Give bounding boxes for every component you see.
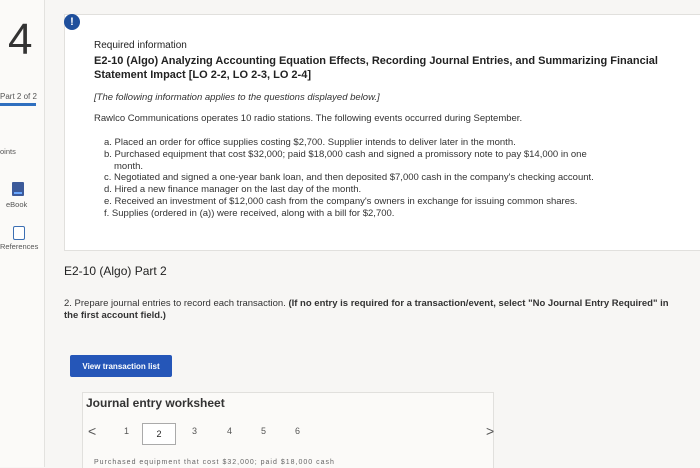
references-icon[interactable]	[13, 226, 25, 240]
page-6[interactable]: 6	[295, 426, 300, 436]
page-3[interactable]: 3	[192, 426, 197, 436]
event-a: a. Placed an order for office supplies c…	[104, 137, 516, 148]
event-f: f. Supplies (ordered in (a)) were receiv…	[104, 207, 395, 219]
page-2-active[interactable]: 2	[142, 423, 176, 445]
required-info-heading: Required information	[94, 40, 187, 51]
page-1[interactable]: 1	[124, 426, 129, 436]
transaction-description: Purchased equipment that cost $32,000; p…	[94, 459, 335, 466]
part-title: E2-10 (Algo) Part 2	[64, 264, 167, 278]
event-e: e. Received an investment of $12,000 cas…	[104, 195, 578, 207]
part-progress-bar	[0, 103, 36, 106]
references-link[interactable]: References	[0, 242, 38, 251]
event-c: c. Negotiated and signed a one-year bank…	[104, 172, 594, 184]
worksheet-pager: < 1 2 3 4 5 6 >	[86, 423, 498, 445]
part-indicator: Part 2 of 2	[0, 92, 37, 101]
info-note: [The following information applies to th…	[94, 92, 380, 103]
view-transaction-list-button[interactable]: View transaction list	[70, 355, 172, 377]
event-b: b. Purchased equipment that cost $32,000…	[104, 148, 587, 160]
event-b-continued: month.	[114, 160, 144, 172]
intro-text: Rawlco Communications operates 10 radio …	[94, 113, 523, 124]
page-5[interactable]: 5	[261, 426, 266, 436]
instruction-text: 2. Prepare journal entries to record eac…	[64, 298, 286, 309]
question-number: 4	[8, 15, 33, 64]
worksheet-title: Journal entry worksheet	[86, 396, 225, 410]
next-arrow-icon[interactable]: >	[486, 423, 494, 439]
ebook-icon[interactable]	[12, 182, 24, 196]
alert-icon: !	[64, 14, 80, 30]
left-sidebar: 4 Part 2 of 2 oints eBook References	[0, 0, 45, 467]
page-4[interactable]: 4	[227, 426, 232, 436]
exercise-title: E2-10 (Algo) Analyzing Accounting Equati…	[94, 55, 658, 81]
event-d: d. Hired a new finance manager on the la…	[104, 184, 362, 196]
events-list: a. Placed an order for office supplies c…	[104, 137, 664, 220]
ebook-link[interactable]: eBook	[6, 200, 27, 209]
prev-arrow-icon[interactable]: <	[88, 423, 96, 439]
instructions: 2. Prepare journal entries to record eac…	[64, 298, 684, 322]
points-label: oints	[0, 147, 16, 156]
